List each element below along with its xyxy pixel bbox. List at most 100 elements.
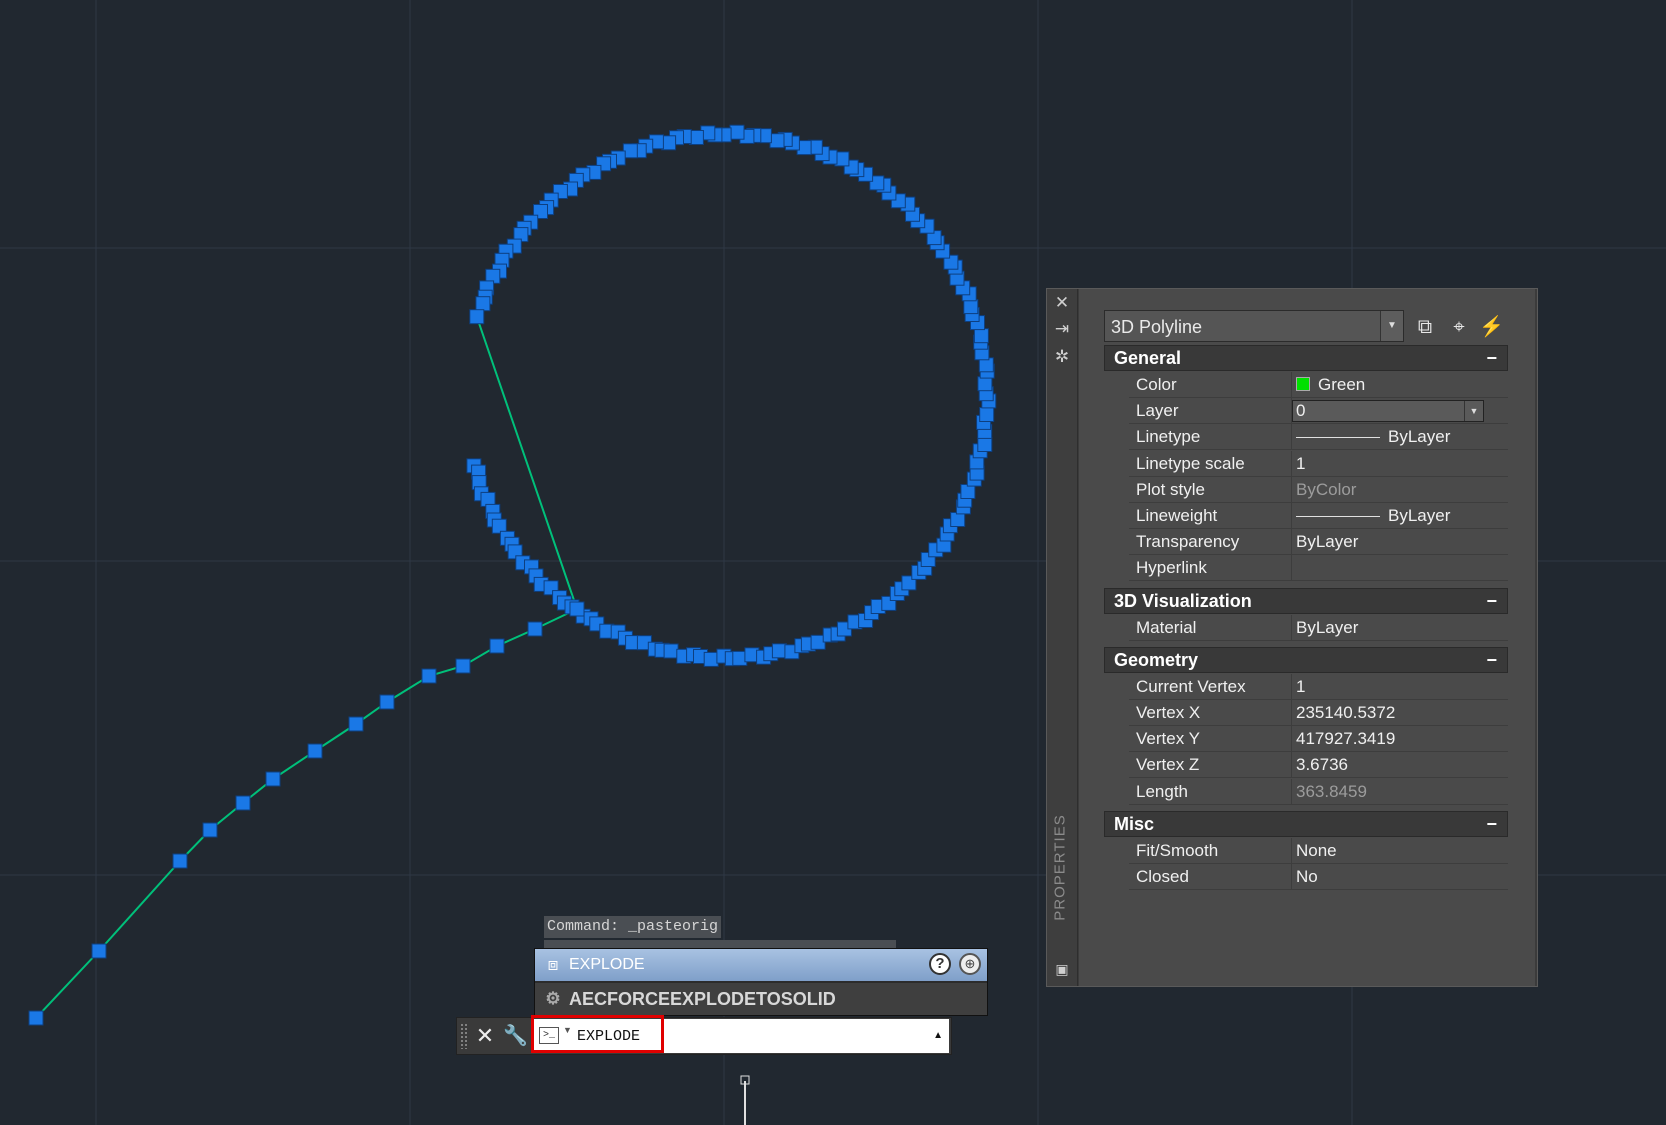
- vertex-grip: [489, 638, 505, 654]
- collapse-icon[interactable]: −: [1486, 589, 1497, 613]
- property-row-vertex-x[interactable]: Vertex X 235140.5372: [1129, 700, 1508, 726]
- vertex-grip: [703, 651, 719, 667]
- section-geometry[interactable]: Geometry −: [1104, 646, 1508, 673]
- property-value[interactable]: None: [1291, 837, 1507, 864]
- property-row-hyperlink[interactable]: Hyperlink: [1129, 555, 1508, 582]
- property-label: Current Vertex: [1136, 676, 1246, 696]
- drag-grip-icon[interactable]: [460, 1023, 468, 1049]
- polyline-3d: [35, 131, 990, 1019]
- property-value[interactable]: 235140.5372: [1291, 700, 1507, 726]
- section-general[interactable]: General −: [1104, 345, 1508, 371]
- property-row-linetype-scale[interactable]: Linetype scale 1: [1129, 450, 1508, 477]
- property-row-current-vertex[interactable]: Current Vertex 1: [1129, 673, 1508, 700]
- section-title: Geometry: [1114, 649, 1199, 670]
- property-label: Vertex Z: [1136, 755, 1200, 775]
- property-value[interactable]: 3.6736: [1291, 752, 1507, 779]
- section-title: 3D Visualization: [1114, 590, 1252, 611]
- properties-palette: ✕ ⇥ ✲ ▣ PROPERTIES 3D Polyline ▼ ⧉ ⌖ ⚡ G…: [1046, 288, 1538, 987]
- object-type-dropdown[interactable]: 3D Polyline ▼: [1104, 310, 1404, 342]
- property-value[interactable]: ByColor: [1291, 476, 1507, 503]
- vertex-grip: [91, 943, 107, 959]
- gear-icon: ⚙: [545, 989, 561, 1008]
- property-value[interactable]: No: [1291, 864, 1507, 890]
- command-history-line: Command: _pasteorig: [544, 916, 722, 938]
- property-row-fit-smooth[interactable]: Fit/Smooth None: [1129, 837, 1508, 864]
- vertex-grip: [771, 643, 787, 659]
- property-value[interactable]: 1: [1291, 450, 1507, 477]
- vertex-grip: [977, 437, 993, 452]
- vertex-grip: [973, 328, 989, 344]
- property-value[interactable]: 363.8459: [1291, 778, 1507, 805]
- wrench-icon[interactable]: 🔧: [503, 1022, 528, 1050]
- property-row-transparency[interactable]: Transparency ByLayer: [1129, 529, 1508, 556]
- collapse-icon[interactable]: −: [1486, 346, 1497, 370]
- property-value[interactable]: 417927.3419: [1291, 726, 1507, 753]
- quick-select-icon[interactable]: ⚡: [1479, 315, 1504, 339]
- color-swatch-icon: [1296, 377, 1310, 391]
- property-value[interactable]: 1: [1291, 673, 1507, 700]
- vertex-grip: [455, 658, 471, 674]
- chevron-down-icon[interactable]: ▼: [1380, 311, 1403, 341]
- vertex-grip: [977, 376, 993, 392]
- property-value[interactable]: ByLayer: [1291, 614, 1507, 641]
- close-icon[interactable]: ✕: [473, 1022, 497, 1050]
- property-label: Length: [1136, 781, 1188, 801]
- property-label: Material: [1136, 617, 1197, 637]
- vertex-grip: [421, 668, 437, 684]
- vertex-grip: [475, 296, 491, 312]
- property-row-material[interactable]: Material ByLayer: [1129, 614, 1508, 641]
- chevron-down-icon[interactable]: ▼: [1464, 401, 1483, 422]
- property-label: Linetype: [1136, 427, 1201, 447]
- collapse-icon[interactable]: −: [1486, 812, 1497, 836]
- property-value[interactable]: ByLayer: [1291, 424, 1507, 451]
- property-row-linetype[interactable]: Linetype ByLayer: [1129, 424, 1508, 451]
- palette-autohide-icon[interactable]: ⇥: [1052, 319, 1072, 339]
- property-row-length[interactable]: Length 363.8459: [1129, 778, 1508, 805]
- property-value[interactable]: 0 ▼: [1291, 398, 1507, 425]
- property-label: Closed: [1136, 867, 1189, 886]
- vertex-grip: [729, 124, 745, 140]
- property-row-vertex-z[interactable]: Vertex Z 3.6736: [1129, 752, 1508, 779]
- object-type-label: 3D Polyline: [1111, 317, 1203, 337]
- vertex-grip: [663, 643, 679, 659]
- palette-close-icon[interactable]: ✕: [1052, 293, 1072, 313]
- property-label: Layer: [1136, 401, 1179, 421]
- property-row-color[interactable]: Color Green: [1129, 372, 1508, 398]
- vertex-grip: [28, 1010, 44, 1026]
- vertex-grip: [979, 407, 995, 422]
- vertex-grip: [379, 694, 395, 710]
- palette-settings-icon[interactable]: ✲: [1052, 347, 1072, 367]
- property-row-lineweight[interactable]: Lineweight ByLayer: [1129, 503, 1508, 529]
- property-label: Linetype scale: [1136, 453, 1245, 473]
- help-icon[interactable]: ?: [929, 953, 951, 975]
- toggle-pickadd-icon[interactable]: ⧉: [1413, 315, 1437, 339]
- property-value[interactable]: ByLayer: [1291, 503, 1507, 529]
- web-search-icon[interactable]: ⊕: [959, 953, 981, 975]
- property-value[interactable]: [1291, 555, 1507, 582]
- property-label: Color: [1136, 375, 1177, 394]
- vertex-grip: [172, 853, 188, 869]
- section-3d-visualization[interactable]: 3D Visualization −: [1104, 587, 1508, 614]
- section-misc[interactable]: Misc −: [1104, 810, 1508, 837]
- property-value[interactable]: Green: [1291, 372, 1507, 398]
- layer-dropdown[interactable]: 0 ▼: [1292, 400, 1484, 423]
- vertex-grip: [469, 309, 485, 325]
- palette-title: PROPERTIES: [1051, 814, 1069, 921]
- chevron-up-icon[interactable]: ▲: [933, 1019, 943, 1053]
- command-input[interactable]: >_ ▼ EXPLODE ▲: [531, 1015, 949, 1053]
- property-value[interactable]: ByLayer: [1291, 529, 1507, 556]
- property-label: Vertex Y: [1136, 729, 1200, 749]
- vertex-grip: [307, 743, 323, 759]
- autocomplete-item-explode[interactable]: ⧈ EXPLODE ? ⊕: [535, 949, 987, 981]
- linetype-preview-icon: [1296, 516, 1380, 518]
- select-objects-icon[interactable]: ⌖: [1447, 315, 1471, 339]
- property-row-plot-style[interactable]: Plot style ByColor: [1129, 476, 1508, 503]
- collapse-icon[interactable]: −: [1486, 648, 1497, 672]
- palette-options-icon[interactable]: ▣: [1052, 959, 1072, 979]
- vertex-grip: [527, 621, 543, 637]
- autocomplete-item-aecforceexplode[interactable]: ⚙ AECFORCEEXPLODETOSOLID: [535, 983, 987, 1015]
- command-highlight-box: [531, 1015, 664, 1053]
- property-row-vertex-y[interactable]: Vertex Y 417927.3419: [1129, 726, 1508, 753]
- property-row-closed[interactable]: Closed No: [1129, 864, 1508, 890]
- property-row-layer[interactable]: Layer 0 ▼: [1129, 398, 1508, 425]
